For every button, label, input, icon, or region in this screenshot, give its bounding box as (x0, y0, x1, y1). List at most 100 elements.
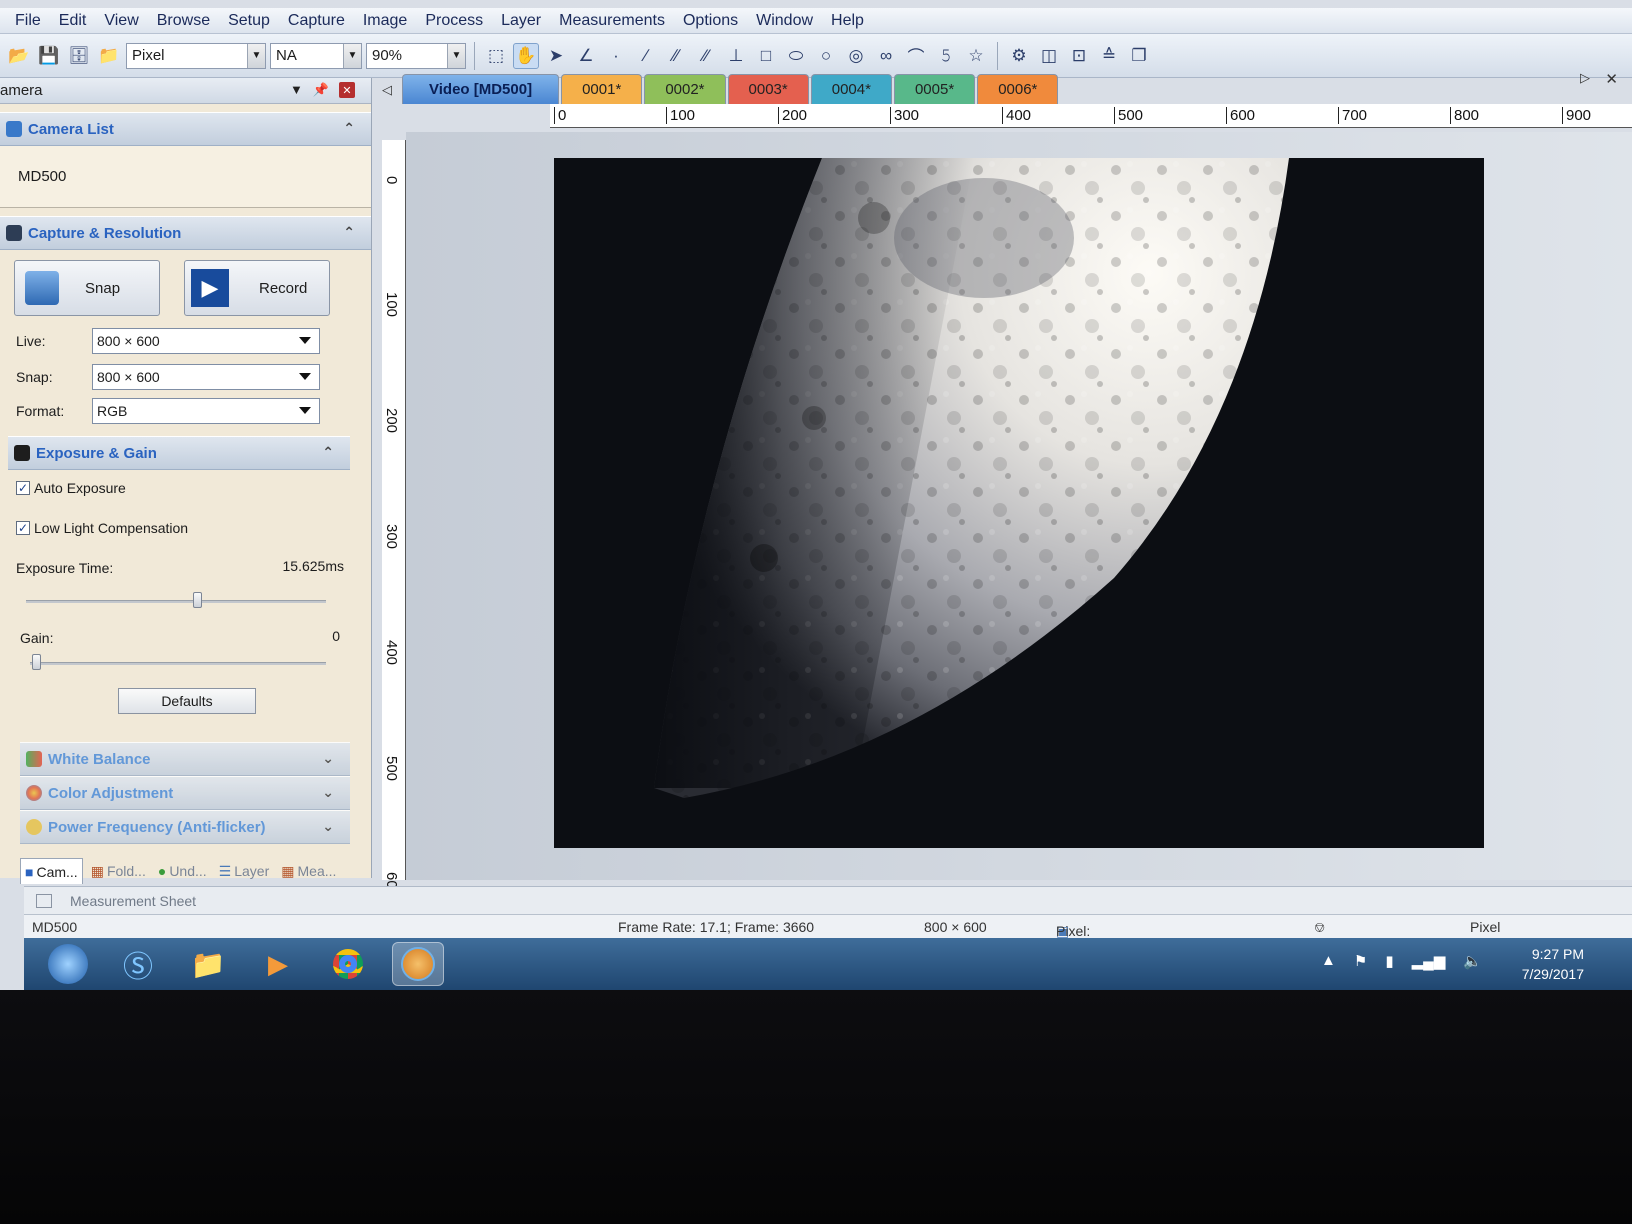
concentric-circle-icon[interactable]: ◎ (843, 43, 869, 69)
low-light-row[interactable]: ✓ Low Light Compensation (16, 520, 188, 536)
show-hidden-icons-icon[interactable]: ▲ (1321, 952, 1336, 970)
tab-camera[interactable]: ■ Cam... (20, 858, 83, 884)
menu-help[interactable]: Help (822, 12, 873, 30)
snap-button[interactable]: Snap (14, 260, 160, 316)
unit-combo[interactable]: Pixel ▼ (126, 42, 266, 69)
taskbar-ie[interactable]: Ⓢ (112, 942, 164, 986)
expand-chevron-icon[interactable]: ⌄ (322, 750, 334, 767)
crop-icon[interactable]: ⬚ (483, 43, 509, 69)
align-icon[interactable]: ≙ (1096, 43, 1122, 69)
doc-tab-6[interactable]: 0006* (977, 74, 1059, 104)
camera-item-md500[interactable]: MD500 (18, 168, 66, 185)
hand-pan-icon[interactable]: ✋ (513, 42, 539, 69)
menu-edit[interactable]: Edit (50, 12, 96, 30)
battery-icon[interactable]: ▮ (1385, 952, 1393, 970)
two-circles-icon[interactable]: ∞ (873, 43, 899, 69)
doc-tab-0[interactable]: Video [MD500] (402, 74, 560, 104)
angle-icon[interactable]: ∠ (573, 43, 599, 69)
live-resolution-select[interactable]: 800 × 600 (92, 328, 320, 354)
browse-folder-icon[interactable]: 📁 (96, 43, 122, 69)
menu-options[interactable]: Options (674, 12, 747, 30)
action-center-flag-icon[interactable]: ⚑ (1354, 952, 1367, 970)
defaults-button[interactable]: Defaults (118, 688, 256, 714)
auto-exposure-row[interactable]: ✓ Auto Exposure (16, 480, 126, 496)
close-icon[interactable]: ✕ (339, 82, 355, 98)
tab-layer[interactable]: ☰ Layer (215, 858, 274, 884)
format-select[interactable]: RGB (92, 398, 320, 424)
color-adjustment-header[interactable]: Color Adjustment ⌄ (20, 776, 350, 810)
save-all-icon[interactable]: 🗄 (66, 43, 92, 69)
camera-list-header[interactable]: Camera List ⌃ (0, 112, 371, 146)
record-button[interactable]: ▶ Record (184, 260, 330, 316)
line-icon[interactable]: ∕ (633, 43, 659, 69)
text-icon[interactable]: 𝟻 (933, 43, 959, 69)
zoom-combo[interactable]: 90% ▼ (366, 42, 466, 69)
menu-process[interactable]: Process (416, 12, 492, 30)
arc-icon[interactable]: ⌒ (903, 43, 929, 69)
tab-undo[interactable]: ● Und... (154, 858, 211, 884)
expand-chevron-icon[interactable]: ⌄ (322, 784, 334, 801)
exposure-slider-track[interactable] (26, 600, 326, 603)
doc-tab-5[interactable]: 0005* (893, 74, 976, 104)
doc-tab-4[interactable]: 0004* (810, 74, 892, 104)
expand-chevron-icon[interactable]: ⌄ (322, 818, 334, 835)
start-button[interactable] (42, 942, 94, 986)
measurement-sheet-bar[interactable]: Measurement Sheet (24, 886, 1632, 914)
gain-slider-track[interactable] (30, 662, 326, 665)
star-icon[interactable]: ☆ (963, 43, 989, 69)
multi-lines-icon[interactable]: ⁄⁄ (693, 43, 719, 69)
rectangle-icon[interactable]: □ (753, 43, 779, 69)
save-icon[interactable]: 💾 (36, 43, 62, 69)
grid-icon[interactable]: ◫ (1036, 43, 1062, 69)
collapse-chevron-icon[interactable]: ⌃ (322, 444, 334, 461)
tab-folder[interactable]: ▦ Fold... (87, 858, 150, 884)
white-balance-header[interactable]: White Balance ⌄ (20, 742, 350, 776)
perpendicular-icon[interactable]: ⊥ (723, 43, 749, 69)
taskbar-chrome[interactable] (322, 942, 374, 986)
window-icon[interactable]: ❐ (1126, 43, 1152, 69)
select-arrow-icon[interactable]: ➤ (543, 43, 569, 69)
network-icon[interactable]: ▂▄▆ (1412, 952, 1446, 970)
tab-measurement[interactable]: ▦ Mea... (277, 858, 340, 884)
low-light-checkbox[interactable]: ✓ (16, 521, 30, 535)
ellipse-icon[interactable]: ⬭ (783, 43, 809, 69)
menu-setup[interactable]: Setup (219, 12, 279, 30)
taskbar-media-player[interactable]: ▶ (252, 942, 304, 986)
image-canvas[interactable] (406, 132, 1632, 880)
exposure-gain-header[interactable]: Exposure & Gain ⌃ (8, 436, 350, 470)
dropdown-arrow-icon[interactable]: ▼ (290, 82, 303, 98)
calibration-icon[interactable]: ⚙ (1006, 43, 1032, 69)
taskbar-clock[interactable]: 9:27 PM 7/29/2017 (1522, 944, 1584, 984)
snap-resolution-select[interactable]: 800 × 600 (92, 364, 320, 390)
gain-slider-thumb[interactable] (32, 654, 41, 670)
menu-file[interactable]: File (6, 12, 50, 30)
auto-exposure-checkbox[interactable]: ✓ (16, 481, 30, 495)
collapse-chevron-icon[interactable]: ⌃ (343, 224, 355, 241)
taskbar-amscope[interactable] (392, 942, 444, 986)
parallel-lines-icon[interactable]: ∕∕ (663, 43, 689, 69)
magnification-combo[interactable]: NA ▼ (270, 42, 362, 69)
doc-tab-1[interactable]: 0001* (561, 74, 643, 104)
power-frequency-header[interactable]: Power Frequency (Anti-flicker) ⌄ (20, 810, 350, 844)
menu-window[interactable]: Window (747, 12, 822, 30)
open-folder-icon[interactable]: 📂 (6, 43, 32, 69)
menu-layer[interactable]: Layer (492, 12, 550, 30)
export-icon[interactable]: ⊡ (1066, 43, 1092, 69)
menu-browse[interactable]: Browse (148, 12, 219, 30)
exposure-slider-thumb[interactable] (193, 592, 202, 608)
menu-capture[interactable]: Capture (279, 12, 354, 30)
menu-image[interactable]: Image (354, 12, 416, 30)
point-icon[interactable]: · (603, 43, 629, 69)
pin-icon[interactable]: 📌 (313, 82, 329, 98)
doc-tab-3[interactable]: 0003* (727, 74, 809, 104)
menu-measurements[interactable]: Measurements (550, 12, 674, 30)
close-icon[interactable]: ✕ (1605, 70, 1618, 88)
doc-tab-2[interactable]: 0002* (644, 74, 726, 104)
collapse-chevron-icon[interactable]: ⌃ (343, 120, 355, 137)
menu-view[interactable]: View (95, 12, 147, 30)
capture-resolution-header[interactable]: Capture & Resolution ⌃ (0, 216, 371, 250)
scroll-right-icon[interactable]: ▷ (1580, 70, 1590, 86)
taskbar-explorer[interactable]: 📁 (182, 942, 234, 986)
scroll-left-icon[interactable]: ◁ (382, 82, 392, 98)
volume-icon[interactable]: 🔈 (1463, 952, 1482, 970)
